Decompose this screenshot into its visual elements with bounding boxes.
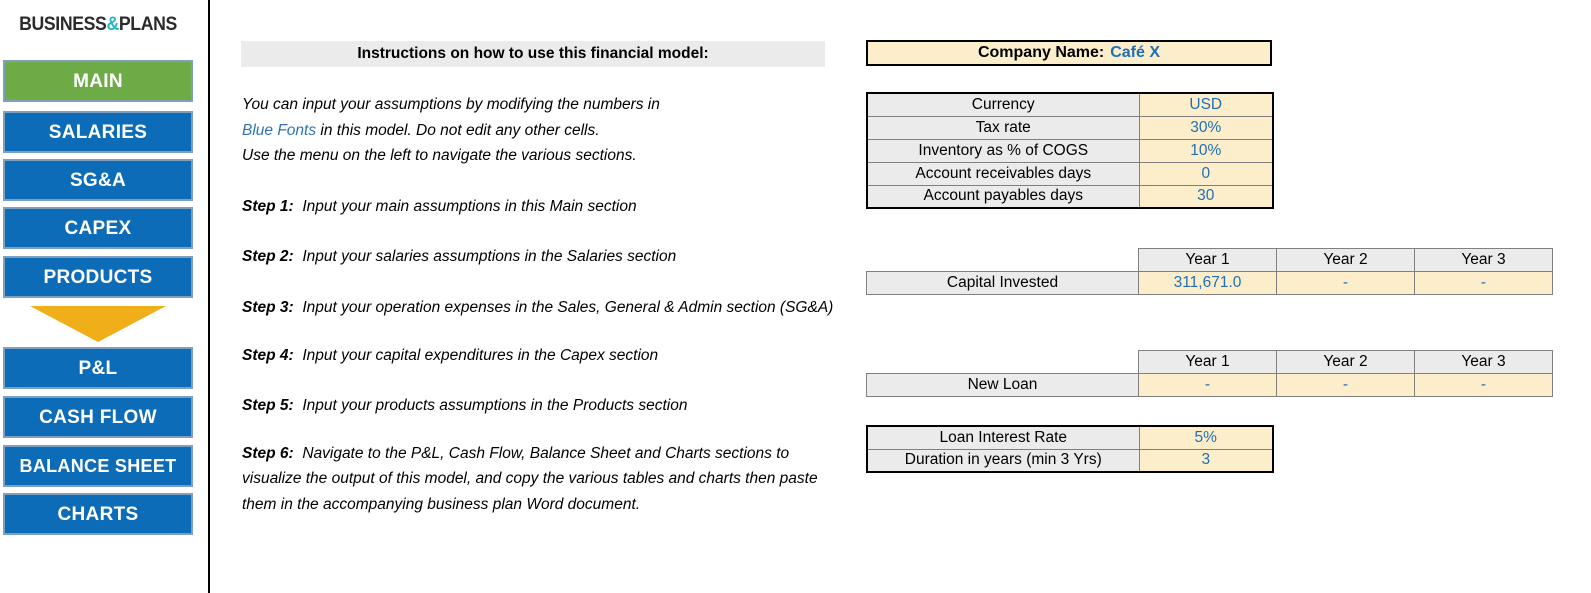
capital-invested-table: Year 1 Year 2 Year 3 Capital Invested 31… (866, 248, 1553, 295)
year-header-2: Year 2 (1276, 350, 1415, 374)
year-header-3: Year 3 (1414, 350, 1553, 374)
table-header-row: Year 1 Year 2 Year 3 (866, 248, 1553, 272)
assumption-label: Account receivables days (866, 161, 1140, 186)
assumption-value-tax-rate[interactable]: 30% (1138, 115, 1274, 140)
new-loan-label: New Loan (866, 373, 1139, 397)
new-loan-year-3[interactable]: - (1414, 373, 1553, 397)
table-row: Duration in years (min 3 Yrs) 3 (866, 448, 1274, 473)
year-header-1: Year 1 (1138, 248, 1277, 272)
assumption-value-inventory-pct[interactable]: 10% (1138, 138, 1274, 163)
assumption-value-receivable-days[interactable]: 0 (1138, 161, 1274, 186)
table-row: Currency USD (866, 92, 1274, 117)
assumption-label: Tax rate (866, 115, 1140, 140)
assumption-label: Currency (866, 92, 1140, 117)
table-row: Capital Invested 311,671.0 - - (866, 271, 1553, 295)
table-row: New Loan - - - (866, 373, 1553, 397)
capital-invested-year-1[interactable]: 311,671.0 (1138, 271, 1277, 295)
loan-interest-rate-label: Loan Interest Rate (866, 425, 1140, 450)
capital-invested-year-3[interactable]: - (1414, 271, 1553, 295)
table-row: Inventory as % of COGS 10% (866, 138, 1274, 163)
table-row: Loan Interest Rate 5% (866, 425, 1274, 450)
spacer-cell (866, 248, 1139, 272)
new-loan-year-2[interactable]: - (1276, 373, 1415, 397)
new-loan-table: Year 1 Year 2 Year 3 New Loan - - - (866, 350, 1553, 397)
table-row: Account receivables days 0 (866, 161, 1274, 186)
year-header-1: Year 1 (1138, 350, 1277, 374)
loan-duration-value[interactable]: 3 (1138, 448, 1274, 473)
loan-duration-label: Duration in years (min 3 Yrs) (866, 448, 1140, 473)
main-assumptions-panel: Company Name: Café X Currency USD Tax rat… (0, 0, 1591, 593)
table-row: Tax rate 30% (866, 115, 1274, 140)
table-header-row: Year 1 Year 2 Year 3 (866, 350, 1553, 374)
loan-interest-rate-value[interactable]: 5% (1138, 425, 1274, 450)
spacer-cell (866, 350, 1139, 374)
company-name-field[interactable]: Company Name: Café X (866, 40, 1272, 66)
assumption-label: Account payables days (866, 184, 1140, 209)
company-name-label: Company Name: (977, 44, 1105, 61)
capital-invested-label: Capital Invested (866, 271, 1139, 295)
year-header-3: Year 3 (1414, 248, 1553, 272)
assumption-value-payable-days[interactable]: 30 (1138, 184, 1274, 209)
capital-invested-year-2[interactable]: - (1276, 271, 1415, 295)
company-name-value[interactable]: Café X (1110, 44, 1160, 62)
loan-terms-table: Loan Interest Rate 5% Duration in years … (866, 425, 1274, 473)
assumptions-table: Currency USD Tax rate 30% Inventory as %… (866, 92, 1274, 209)
table-row: Account payables days 30 (866, 184, 1274, 209)
year-header-2: Year 2 (1276, 248, 1415, 272)
assumption-value-currency[interactable]: USD (1138, 92, 1274, 117)
assumption-label: Inventory as % of COGS (866, 138, 1140, 163)
new-loan-year-1[interactable]: - (1138, 373, 1277, 397)
